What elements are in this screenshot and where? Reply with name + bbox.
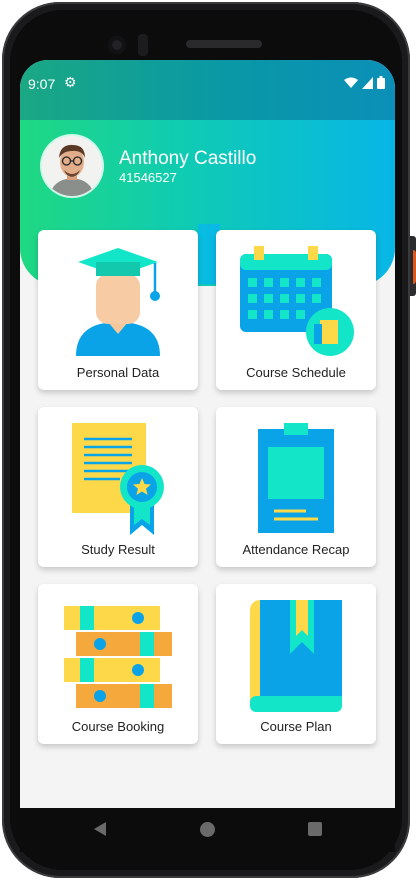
battery-icon: [377, 76, 385, 89]
gear-icon: ⚙: [64, 74, 77, 90]
earpiece-speaker: [186, 40, 262, 48]
proximity-sensor: [138, 34, 148, 56]
menu-card-personal-data[interactable]: Personal Data: [38, 230, 198, 390]
avatar[interactable]: [42, 136, 102, 196]
phone-frame: 9:07 ⚙ Anthony Castillo 41546527 Persona…: [0, 0, 416, 881]
wifi-icon: [344, 77, 358, 88]
recent-apps-icon[interactable]: [308, 822, 322, 836]
menu-card-course-booking[interactable]: Course Booking: [38, 584, 198, 744]
status-icons: [344, 76, 385, 89]
signal-icon: [362, 76, 373, 89]
app-screen: 9:07 ⚙ Anthony Castillo 41546527 Persona…: [20, 60, 395, 808]
menu-label-course-plan: Course Plan: [260, 719, 332, 734]
menu-card-course-plan[interactable]: Course Plan: [216, 584, 376, 744]
system-nav-bar: [20, 808, 395, 852]
front-camera: [108, 36, 126, 54]
avatar-photo: [42, 136, 102, 196]
status-bar: 9:07 ⚙: [20, 60, 395, 120]
home-icon[interactable]: [200, 822, 215, 837]
back-icon[interactable]: [94, 822, 106, 836]
profile-name: Anthony Castillo: [119, 148, 257, 169]
menu-card-attendance-recap[interactable]: Attendance Recap: [216, 407, 376, 567]
menu-label-course-schedule: Course Schedule: [246, 365, 346, 380]
menu-label-course-booking: Course Booking: [71, 719, 165, 734]
status-time: 9:07: [28, 76, 56, 92]
menu-label-personal-data: Personal Data: [76, 365, 160, 380]
menu-card-study-result[interactable]: Study Result: [38, 407, 198, 567]
menu-label-study-result: Study Result: [81, 542, 155, 557]
menu-label-attendance-recap: Attendance Recap: [242, 542, 350, 557]
profile-id: 41546527: [119, 170, 177, 185]
menu-card-course-schedule[interactable]: Course Schedule: [216, 230, 376, 390]
